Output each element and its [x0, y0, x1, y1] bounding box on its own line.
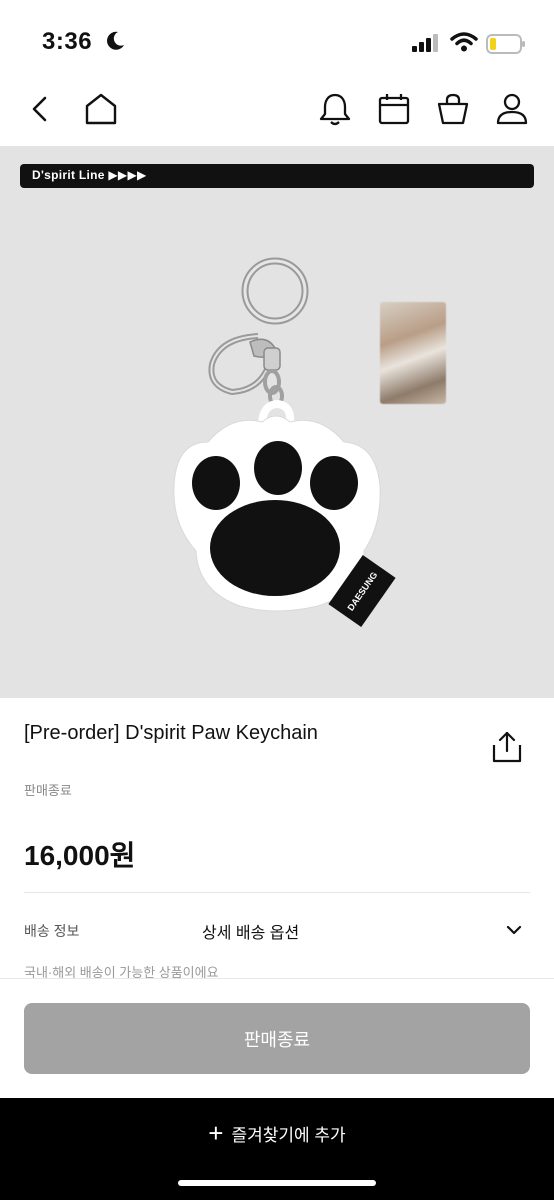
shopping-bag-icon[interactable] — [436, 92, 470, 126]
name-tag-text: DAESUNG — [345, 569, 380, 613]
wifi-icon — [450, 32, 478, 52]
chevron-down-icon[interactable] — [504, 920, 524, 940]
home-icon[interactable] — [84, 92, 118, 126]
status-time: 3:36 — [42, 28, 93, 55]
add-favorite-label: 즐겨찾기에 추가 — [231, 1125, 346, 1145]
battery-icon — [486, 34, 525, 54]
cellular-signal-icon — [412, 34, 438, 52]
product-price: 16,000원 — [24, 840, 136, 871]
share-icon[interactable] — [490, 730, 524, 764]
user-icon[interactable] — [495, 92, 529, 126]
calendar-icon[interactable] — [377, 92, 411, 126]
bell-icon[interactable] — [318, 92, 352, 126]
shipping-option-select[interactable]: 상세 배송 옵션 — [202, 919, 299, 943]
moon-icon — [107, 31, 124, 50]
product-title: [Pre-order] D'spirit Paw Keychain — [24, 722, 318, 744]
sale-status: 판매종료 — [24, 783, 72, 798]
product-image[interactable]: D'spirit Line ▶▶▶▶ DAESUNG — [0, 146, 554, 698]
plus-icon: + — [208, 1118, 224, 1148]
favorite-bar: + 즐겨찾기에 추가 — [0, 1098, 554, 1200]
home-indicator — [178, 1180, 376, 1186]
add-favorite-button[interactable]: + 즐겨찾기에 추가 — [0, 1120, 554, 1146]
divider — [24, 892, 530, 893]
sold-out-button[interactable]: 판매종료 — [24, 1003, 530, 1074]
paw-keychain-illustration — [173, 257, 381, 612]
shipping-info-label: 배송 정보 — [24, 923, 80, 939]
back-icon[interactable] — [24, 92, 58, 126]
